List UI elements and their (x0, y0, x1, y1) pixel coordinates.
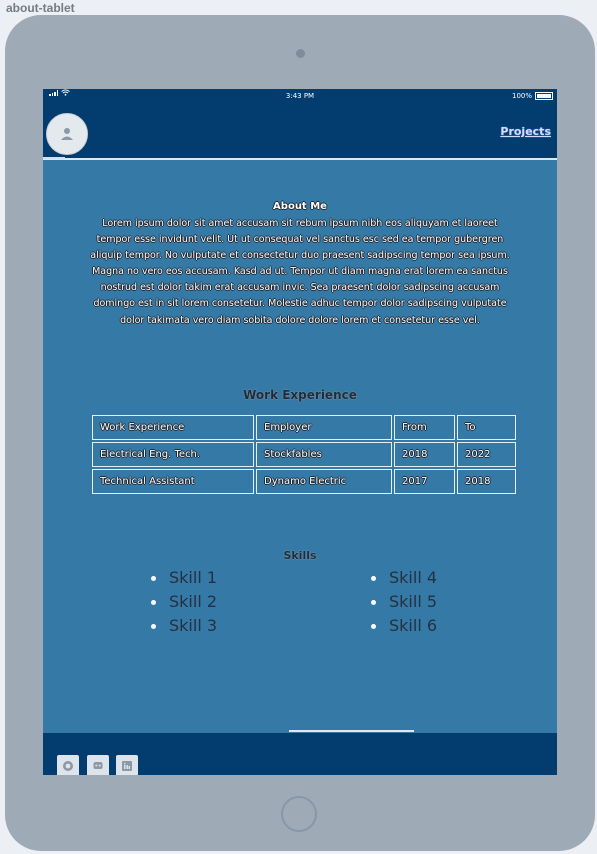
table-cell: 2018 (457, 469, 516, 494)
table-cell: Electrical Eng. Tech. (92, 442, 254, 467)
footer (43, 733, 557, 775)
skill-item: Skill 6 (371, 614, 437, 638)
table-cell: Dynamo Electric (256, 469, 392, 494)
table-cell: 2018 (394, 442, 455, 467)
app-bar-divider (43, 158, 557, 160)
table-row: Technical Assistant Dynamo Electric 2017… (92, 469, 516, 494)
battery-icon (535, 92, 553, 100)
footer-divider (289, 730, 414, 732)
table-cell: 2017 (394, 469, 455, 494)
work-experience-title: Work Experience (243, 388, 357, 402)
nav-indicator (43, 157, 65, 159)
battery-percent: 100% (511, 92, 532, 100)
about-title: About Me (273, 201, 327, 212)
person-icon (61, 128, 73, 140)
projects-link[interactable]: Projects (500, 125, 551, 138)
frame-label: about-tablet (6, 1, 75, 15)
table-header-cell: From (394, 415, 455, 440)
status-time: 3:43 PM (285, 92, 315, 100)
discord-icon[interactable] (87, 755, 109, 775)
linkedin-icon[interactable] (116, 755, 138, 775)
tablet-device: 3:43 PM 100% Projects About Me Lorem ips… (5, 15, 595, 851)
table-row: Electrical Eng. Tech. Stockfables 2018 2… (92, 442, 516, 467)
table-cell: 2022 (457, 442, 516, 467)
skills-title: Skills (283, 549, 317, 562)
status-bar: 3:43 PM 100% (43, 89, 557, 103)
skills-list-left: Skill 1 Skill 2 Skill 3 (151, 566, 217, 638)
skill-item: Skill 5 (371, 590, 437, 614)
work-experience-table: Work Experience Employer From To Electri… (90, 413, 518, 496)
table-header-cell: Work Experience (92, 415, 254, 440)
skill-item: Skill 2 (151, 590, 217, 614)
table-header-cell: To (457, 415, 516, 440)
skill-item: Skill 1 (151, 566, 217, 590)
skills-list-right: Skill 4 Skill 5 Skill 6 (371, 566, 437, 638)
tablet-camera (296, 49, 305, 58)
home-button[interactable] (281, 796, 317, 832)
avatar[interactable] (46, 113, 88, 155)
app-bar (43, 103, 557, 158)
github-icon[interactable] (57, 755, 79, 775)
skill-item: Skill 4 (371, 566, 437, 590)
about-body: Lorem ipsum dolor sit amet accusam sit r… (90, 218, 510, 326)
tablet-screen: 3:43 PM 100% Projects About Me Lorem ips… (43, 89, 557, 775)
skill-item: Skill 3 (151, 614, 217, 638)
table-header-row: Work Experience Employer From To (92, 415, 516, 440)
table-cell: Stockfables (256, 442, 392, 467)
status-right: 100% (512, 89, 553, 103)
table-header-cell: Employer (256, 415, 392, 440)
table-cell: Technical Assistant (92, 469, 254, 494)
